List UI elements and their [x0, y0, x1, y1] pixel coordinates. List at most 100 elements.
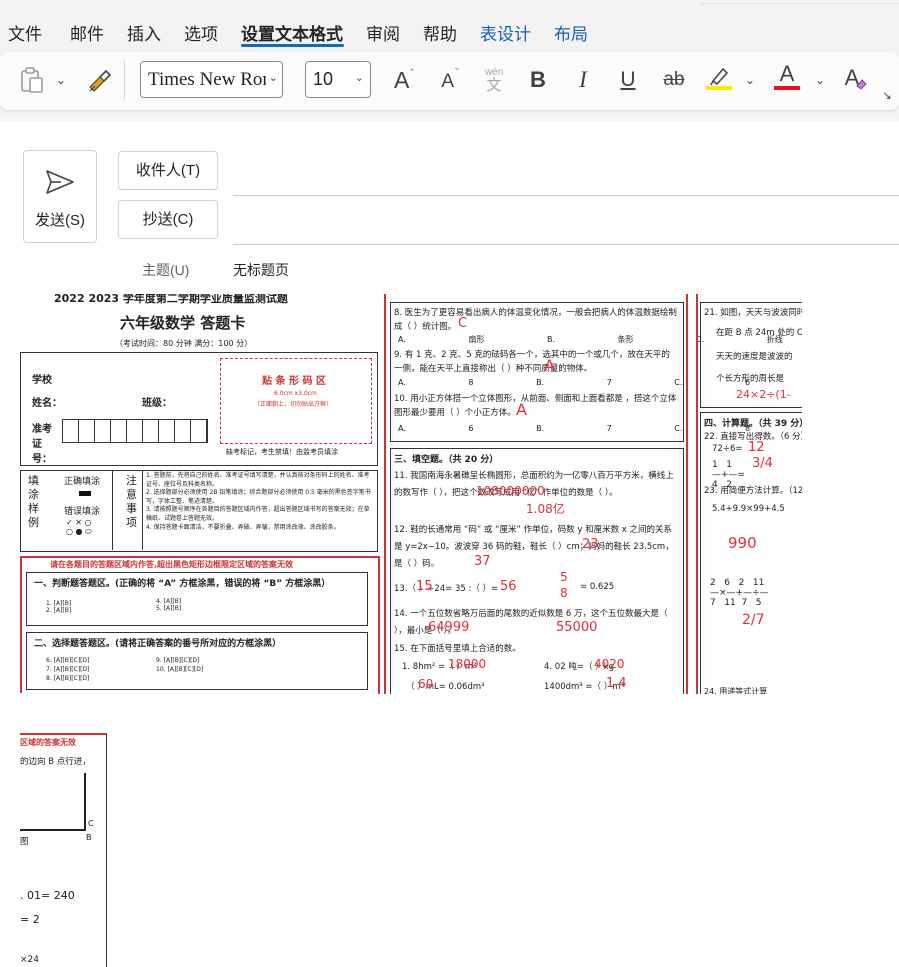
tab-table-design[interactable]: 表设计 — [480, 20, 531, 45]
grow-font-button[interactable]: A ˆ — [390, 64, 418, 96]
shrink-font-icon: A — [441, 71, 454, 92]
sheet-header: 2022 2023 学年度第二学期学业质量监测试题 — [54, 294, 288, 305]
answer-sheet-image-2[interactable]: 区域的答案无效 的边向 B 点行进， C B 图 . 01= 240 = 2 ×… — [20, 693, 120, 967]
eraser-icon — [856, 79, 868, 90]
cc-field-line[interactable] — [233, 244, 899, 245]
answer-13a: 15 — [416, 579, 433, 594]
tab-mail[interactable]: 邮件 — [70, 20, 104, 45]
class-label: 班级： — [142, 398, 172, 409]
sheet-left-column: 2022 2023 学年度第二学期学业质量监测试题 六年级数学 答题卡 （考试时… — [20, 294, 380, 694]
tab-options[interactable]: 选项 — [184, 20, 218, 45]
question-9: 9. 有 1 克、2 克、5 克的砝码各一个，选其中的一个或几个，放在天平的一侧… — [394, 350, 670, 374]
fragment-eq3: ×24 — [20, 955, 39, 965]
cc-button[interactable]: 抄送(C) — [118, 200, 218, 239]
answer-15-2: 60 — [418, 677, 434, 691]
answer-11b: 1.08亿 — [526, 502, 565, 516]
fragment-eq2: = 2 — [20, 913, 40, 926]
section-4-title: 四、计算题。（共 39 分） — [704, 419, 802, 429]
highlight-dropdown[interactable]: ⌄ — [744, 70, 756, 90]
answer-11a: 108000000 — [476, 484, 545, 498]
tab-file[interactable]: 文件 — [8, 20, 42, 45]
chevron-down-icon: ⌄ — [354, 72, 364, 84]
chevron-down-icon: ⌄ — [814, 73, 826, 87]
answer-15-4: 4020 — [594, 657, 625, 671]
strikethrough-icon: ab — [663, 69, 685, 90]
font-color-dropdown[interactable]: ⌄ — [814, 70, 826, 90]
question-21d: 个长方形的周长是 — [716, 374, 785, 384]
ribbon-toolbar: ⌄ Times New Roman ⌄ 10 ⌄ A ˆ A ˇ wén 文 B… — [0, 52, 899, 110]
bold-button[interactable]: B — [524, 64, 552, 96]
name-label: 姓名： — [32, 398, 62, 409]
answer-23b: 2/7 — [742, 612, 765, 628]
send-label: 发送(S) — [35, 212, 85, 229]
note-item: 2. 选择题部分必须使用 2B 铅笔填涂；综合题部分必须使用 0.5 毫米的黑色… — [146, 489, 371, 505]
sheet-fragment: 区域的答案无效 的边向 B 点行进， C B 图 . 01= 240 = 2 ×… — [20, 693, 120, 967]
point-b: B — [86, 833, 92, 842]
underline-button[interactable]: U — [614, 64, 642, 96]
clipboard-icon — [21, 67, 43, 93]
answer-13-numerator: 5 — [560, 570, 568, 584]
font-size-select[interactable]: 10 ⌄ — [305, 61, 371, 98]
paste-dropdown[interactable]: ⌄ — [55, 70, 67, 90]
question-15: 15. 在下面括号里填上合适的数。 — [394, 644, 521, 654]
answer-22a: 12 — [748, 440, 765, 455]
question-23: 23. 用简便方法计算。（12 — [704, 486, 802, 496]
warn-banner: 请在各题目的答题区域内作答,超出黑色矩形边框限定区域的答案无效 — [50, 560, 294, 569]
correct-fill-mark — [79, 491, 91, 496]
tab-help[interactable]: 帮助 — [423, 20, 457, 45]
divider — [142, 470, 143, 550]
answer-15-1: 18000 — [448, 657, 487, 671]
to-button[interactable]: 收件人(T) — [118, 151, 218, 190]
highlight-button[interactable] — [704, 62, 734, 88]
question-8: 8. 医生为了更容易看出病人的体温变化情况，一般会把病人的体温数据绘制成（ ）统… — [394, 308, 677, 332]
font-color-bar — [774, 86, 800, 90]
bold-icon: B — [530, 67, 546, 92]
menu-bar: 文件 邮件 插入 选项 设置文本格式 审阅 帮助 表设计 布局 — [0, 0, 899, 50]
answer-sheet-image[interactable]: 2022 2023 学年度第二学期学业质量监测试题 六年级数学 答题卡 （考试时… — [20, 294, 802, 694]
note-item: 3. 请按照题号顺序在各题目的答题区域内作答，超出答题区域书写的答案无效；在草稿… — [146, 506, 370, 522]
divider — [112, 470, 113, 550]
barcode-size: 6.0cm x3.0cm — [274, 390, 317, 397]
tab-insert[interactable]: 插入 — [127, 20, 161, 45]
tab-review[interactable]: 审阅 — [366, 20, 400, 45]
judge-boxes: 4. [A][B] 5. [A][B] — [156, 598, 182, 612]
font-color-button[interactable]: A — [772, 60, 802, 88]
pinyin-char: 文 — [486, 76, 502, 94]
font-dialog-launcher[interactable]: ↘ — [880, 88, 894, 102]
question-21b: 在距 B 点 24m 处的 C — [716, 328, 802, 338]
card-title: 六年级数学 答题卡 — [120, 314, 246, 332]
frame-line — [686, 294, 688, 694]
format-painter-button[interactable] — [84, 64, 114, 96]
highlight-color-bar — [706, 86, 732, 90]
tab-format-text[interactable]: 设置文本格式 — [241, 20, 343, 45]
figure-label: 图 — [20, 837, 29, 847]
font-name-select[interactable]: Times New Roman ⌄ — [140, 61, 283, 98]
fragment-eq1: . 01= 240 — [20, 889, 75, 902]
subject-input[interactable]: 无标题页 — [233, 260, 289, 280]
choice-boxes: 6. [A][B][C][D] 7. [A][B][C][D] 8. [A][B][… — [46, 657, 90, 682]
chevron-down-icon: ⌄ — [55, 73, 67, 87]
point-c: C — [88, 819, 94, 828]
send-button[interactable]: 发送(S) — [23, 150, 97, 243]
to-field-line[interactable] — [233, 195, 899, 196]
grow-font-icon: A — [393, 66, 410, 93]
chevron-down-icon: ⌄ — [268, 72, 278, 84]
paste-button[interactable] — [16, 64, 48, 96]
school-label: 学校 — [32, 375, 52, 386]
answer-14b: 55000 — [556, 620, 598, 635]
strikethrough-button[interactable]: ab — [658, 64, 690, 96]
underline-icon: U — [620, 68, 636, 91]
answer-10: A — [516, 400, 527, 419]
tab-layout[interactable]: 布局 — [554, 20, 588, 45]
shrink-font-button[interactable]: A ˇ — [436, 64, 464, 96]
italic-button[interactable]: I — [569, 64, 597, 96]
notes-list: 1. 答题前，先将自己的姓名、准考证号填写清楚，并认真核对条形码上的姓名、准考证… — [146, 472, 372, 532]
ticket-label: 准考证号： — [32, 424, 52, 465]
question-23b: 2 6 2 11 —×—+—÷— 7 11 7 5 — [710, 578, 769, 608]
clear-formatting-button[interactable]: A — [840, 62, 872, 94]
question-21c: 天天的速度是波波的 — [716, 352, 793, 362]
phonetic-guide-button[interactable]: wén 文 — [480, 62, 508, 98]
answer-14a: 64999 — [428, 620, 470, 635]
question-13-suffix: = 0.625 — [580, 582, 615, 592]
fragment-frame — [20, 733, 107, 967]
